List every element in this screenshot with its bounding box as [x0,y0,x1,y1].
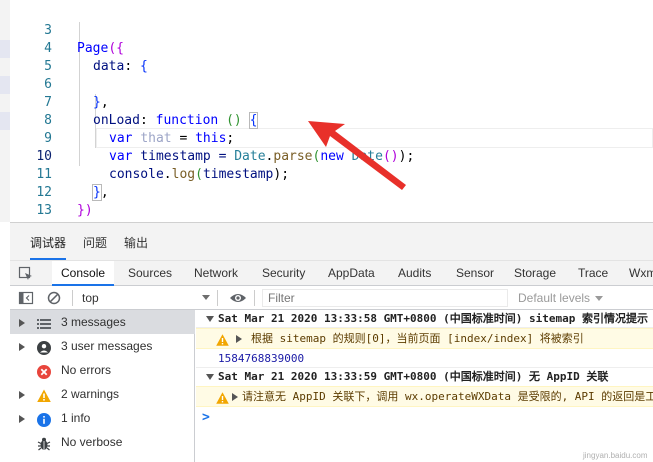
expand-arrow-icon[interactable] [232,393,238,401]
code-editor[interactable]: 3 Page({ 4 data: { 5 6 }, 7 onLoad: func… [0,0,653,222]
annotation-arrow [308,121,406,190]
console-output[interactable]: Sat Mar 21 2020 13:33:58 GMT+0800 (中国标准时… [196,310,653,462]
user-icon [37,339,51,355]
sidebar-item-messages[interactable]: 3 messages [10,310,195,334]
sidebar-item-verbose[interactable]: No verbose [10,430,195,454]
tab-console[interactable]: Console [52,261,115,286]
sidebar-toggle-icon[interactable] [18,290,34,306]
devtools-tool-tabs: Console Sources Network Security AppData… [10,261,653,286]
list-icon [37,315,51,329]
collapse-arrow-icon[interactable] [206,316,214,322]
separator [217,290,218,306]
chevron-down-icon[interactable] [202,295,210,300]
warning-icon [216,391,229,404]
separator [72,290,73,306]
context-select[interactable]: top [80,286,220,310]
separator [254,290,255,306]
console-warning-row[interactable]: 请注意无 AppID 关联下，调用 wx.operateWXData 是受限的,… [196,386,653,407]
console-prompt[interactable]: > [202,410,210,425]
sidebar-item-user-messages[interactable]: 3 user messages [10,334,195,358]
console-group-header[interactable]: Sat Mar 21 2020 13:33:58 GMT+0800 (中国标准时… [196,310,653,328]
console-filter-bar: top Default levels [10,286,653,310]
eye-icon[interactable] [229,290,246,306]
error-icon [37,363,51,379]
chevron-down-icon [595,296,604,301]
sidebar-item-warnings[interactable]: 2 warnings [10,382,195,406]
tab-debugger[interactable]: 调试器 [30,234,67,260]
console-log-row: 1584768839000 [196,349,653,368]
expand-arrow-icon[interactable] [236,335,242,343]
bug-icon [37,435,51,451]
tab-storage[interactable]: Storage [505,261,565,286]
console-warning-row[interactable]: 根据 sitemap 的规则[0]，当前页面 [index/index] 将被索… [196,328,653,349]
expand-arrow-icon[interactable] [19,343,25,351]
watermark: jingyan.baidu.com [583,451,648,460]
collapse-arrow-icon[interactable] [206,374,214,380]
tab-wxml[interactable]: Wxm [620,261,653,286]
tab-output[interactable]: 输出 [124,234,148,251]
console-sidebar: 3 messages 3 user messages No errors 2 w… [10,310,195,462]
clear-console-icon[interactable] [46,290,62,306]
sidebar-item-errors[interactable]: No errors [10,358,195,382]
info-icon [37,411,51,427]
tab-sources[interactable]: Sources [119,261,181,286]
console-group-header[interactable]: Sat Mar 21 2020 13:33:59 GMT+0800 (中国标准时… [196,368,653,386]
tab-trace[interactable]: Trace [569,261,617,286]
console-filter-input[interactable] [262,289,508,307]
warning-icon [216,333,229,346]
tab-appdata[interactable]: AppData [319,261,384,286]
tab-audits[interactable]: Audits [389,261,440,286]
sidebar-item-info[interactable]: 1 info [10,406,195,430]
expand-arrow-icon[interactable] [19,391,25,399]
panel-tabs: 调试器 问题 输出 [10,223,653,261]
devtools-panel: 调试器 问题 输出 Console Sources Network Securi… [10,222,653,462]
tab-sensor[interactable]: Sensor [447,261,503,286]
warning-icon [37,387,51,402]
inspect-element-icon[interactable] [18,266,34,282]
expand-arrow-icon[interactable] [19,319,25,327]
tab-issues[interactable]: 问题 [83,234,107,251]
tab-security[interactable]: Security [253,261,314,286]
expand-arrow-icon[interactable] [19,415,25,423]
tab-network[interactable]: Network [185,261,247,286]
log-levels-select[interactable]: Default levels [518,286,604,310]
